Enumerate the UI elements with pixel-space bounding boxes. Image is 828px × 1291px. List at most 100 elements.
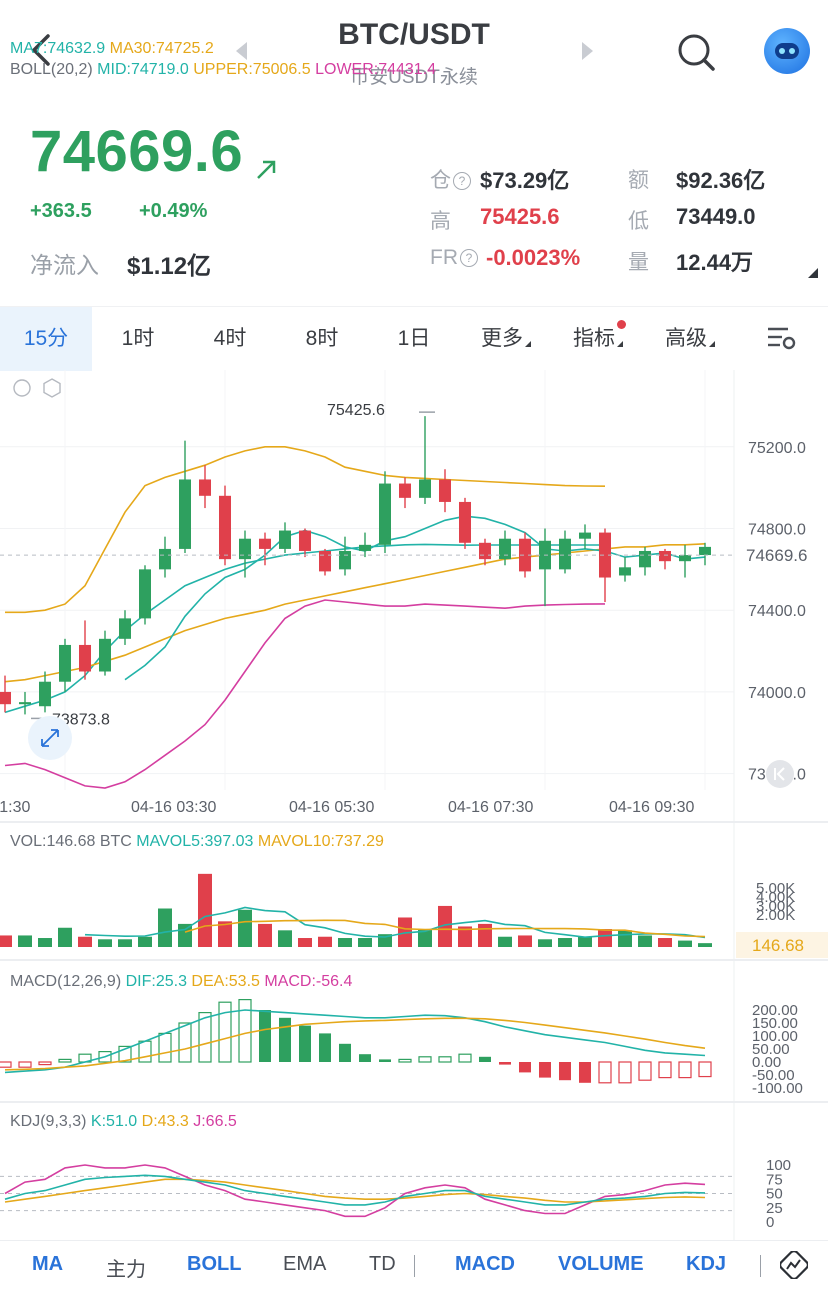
volume-bar — [238, 909, 252, 947]
volume-bar — [258, 923, 272, 947]
search-icon[interactable] — [676, 32, 716, 72]
candle-body — [119, 618, 131, 639]
macd-bar — [479, 1056, 491, 1062]
low-label: 低 — [628, 210, 649, 233]
next-triangle-icon[interactable] — [582, 42, 593, 60]
tab-advanced[interactable]: 高级 — [644, 307, 736, 371]
legend-mid: MID:74719.0 — [97, 61, 189, 78]
indicator-kdj[interactable]: KDJ — [686, 1253, 726, 1276]
volume-bar — [518, 935, 532, 947]
last-price-label: 74669.6 — [746, 546, 807, 565]
tab-4h[interactable]: 4时 — [184, 307, 276, 371]
drawing-tool-icon[interactable] — [780, 1251, 808, 1279]
divider — [760, 1255, 761, 1277]
last-price: 74669.6 — [30, 119, 244, 184]
tab-indicators[interactable]: 指标 — [552, 307, 644, 371]
volume-bar — [318, 936, 332, 947]
volume-bar — [338, 938, 352, 947]
chart-settings-icon[interactable] — [766, 324, 796, 352]
candle-body — [19, 702, 31, 705]
legend-macd: MACD(12,26,9) — [10, 973, 122, 990]
macd-bar — [138, 1040, 152, 1063]
kline-chart-area[interactable]: 75200.074800.074400.074000.073600.074669… — [0, 370, 828, 1240]
legend-vol: VOL:146.68 BTC — [10, 833, 132, 850]
candle-body — [439, 479, 451, 502]
indicator-macd[interactable]: MACD — [455, 1253, 515, 1276]
macd-bar — [698, 1061, 712, 1078]
fr-label[interactable]: FR? — [430, 246, 478, 270]
x-tick-label: 04-16 01:30 — [0, 799, 31, 816]
legend-mavol10: MAVOL10:737.29 — [257, 833, 384, 850]
macd-bar — [458, 1053, 472, 1063]
high-label: 高 — [430, 210, 451, 233]
robot-avatar-icon[interactable] — [764, 28, 810, 74]
volume-bar — [558, 938, 572, 947]
macd-bar — [638, 1061, 652, 1081]
macd-bar — [579, 1062, 591, 1083]
dropdown-caret-icon — [709, 341, 715, 347]
dropdown-caret-icon — [525, 341, 531, 347]
candle-body — [239, 538, 251, 560]
volume-bar — [298, 938, 312, 947]
legend-ma-row: MA7:74632.9 MA30:74725.2 — [10, 40, 214, 58]
volume-bar — [98, 939, 112, 947]
amount-label: 额 — [628, 169, 649, 192]
volume-bar — [658, 938, 672, 947]
indicator-boll[interactable]: BOLL — [187, 1253, 241, 1276]
macd-bar — [38, 1061, 52, 1066]
k-line — [4, 1174, 706, 1206]
macd-bar — [678, 1061, 692, 1079]
vol-y-tick: 2.00K — [756, 907, 795, 924]
candle-body — [479, 542, 491, 560]
tab-8h[interactable]: 8时 — [276, 307, 368, 371]
legend-macd-value: MACD:-56.4 — [264, 973, 353, 990]
tab-1h[interactable]: 1时 — [92, 307, 184, 371]
dropdown-caret-icon — [617, 341, 623, 347]
candle-body — [679, 555, 691, 562]
volume-bar — [638, 935, 652, 947]
change-pct: +0.49% — [139, 200, 208, 222]
oi-label[interactable]: 仓? — [430, 164, 471, 194]
high-value: 75425.6 — [480, 204, 560, 229]
y-tick-label: 74800.0 — [748, 521, 806, 538]
candle-body — [199, 479, 211, 496]
x-tick-label: 04-16 05:30 — [289, 799, 375, 816]
tab-15m[interactable]: 15分 — [0, 307, 92, 371]
candle-body — [699, 546, 711, 556]
expand-corner-icon[interactable] — [808, 268, 818, 278]
tab-1d[interactable]: 1日 — [368, 307, 460, 371]
indicator-ma[interactable]: MA — [32, 1253, 63, 1276]
tab-more[interactable]: 更多 — [460, 307, 552, 371]
candle-body — [579, 532, 591, 539]
help-icon[interactable]: ? — [453, 172, 471, 190]
boll-lower-line — [4, 599, 606, 789]
oi-value: $73.29亿 — [480, 168, 570, 193]
candle-body — [299, 530, 311, 551]
legend-kdj-row: KDJ(9,3,3) K:51.0 D:43.3 J:66.5 — [10, 1113, 237, 1131]
fr-value: -0.0023% — [486, 245, 581, 270]
collapse-icon — [13, 379, 31, 397]
macd-bar — [418, 1056, 432, 1063]
volume-bar — [138, 936, 152, 947]
volume-bar — [78, 936, 92, 947]
indicator-main-force[interactable]: 主力 — [106, 1253, 146, 1282]
candle-body — [499, 538, 511, 560]
indicator-volume[interactable]: VOLUME — [558, 1253, 644, 1276]
macd-bar — [0, 1061, 12, 1068]
notification-dot — [617, 320, 626, 329]
legend-upper: UPPER:75006.5 — [193, 61, 311, 78]
indicator-td[interactable]: TD — [369, 1253, 396, 1276]
legend-dif: DIF:25.3 — [125, 973, 187, 990]
volume-bar — [538, 939, 552, 947]
candle-body — [279, 530, 291, 549]
volume-bar — [698, 943, 712, 947]
macd-bar — [598, 1061, 612, 1084]
legend-k: K:51.0 — [90, 1113, 138, 1130]
indicator-ema[interactable]: EMA — [283, 1253, 326, 1276]
legend-dea: DEA:53.5 — [191, 973, 260, 990]
macd-bar — [499, 1062, 511, 1065]
macd-bar — [299, 1025, 311, 1062]
candle-body — [659, 550, 671, 562]
help-icon[interactable]: ? — [460, 249, 478, 267]
legend-macd-row: MACD(12,26,9) DIF:25.3 DEA:53.5 MACD:-56… — [10, 973, 352, 991]
